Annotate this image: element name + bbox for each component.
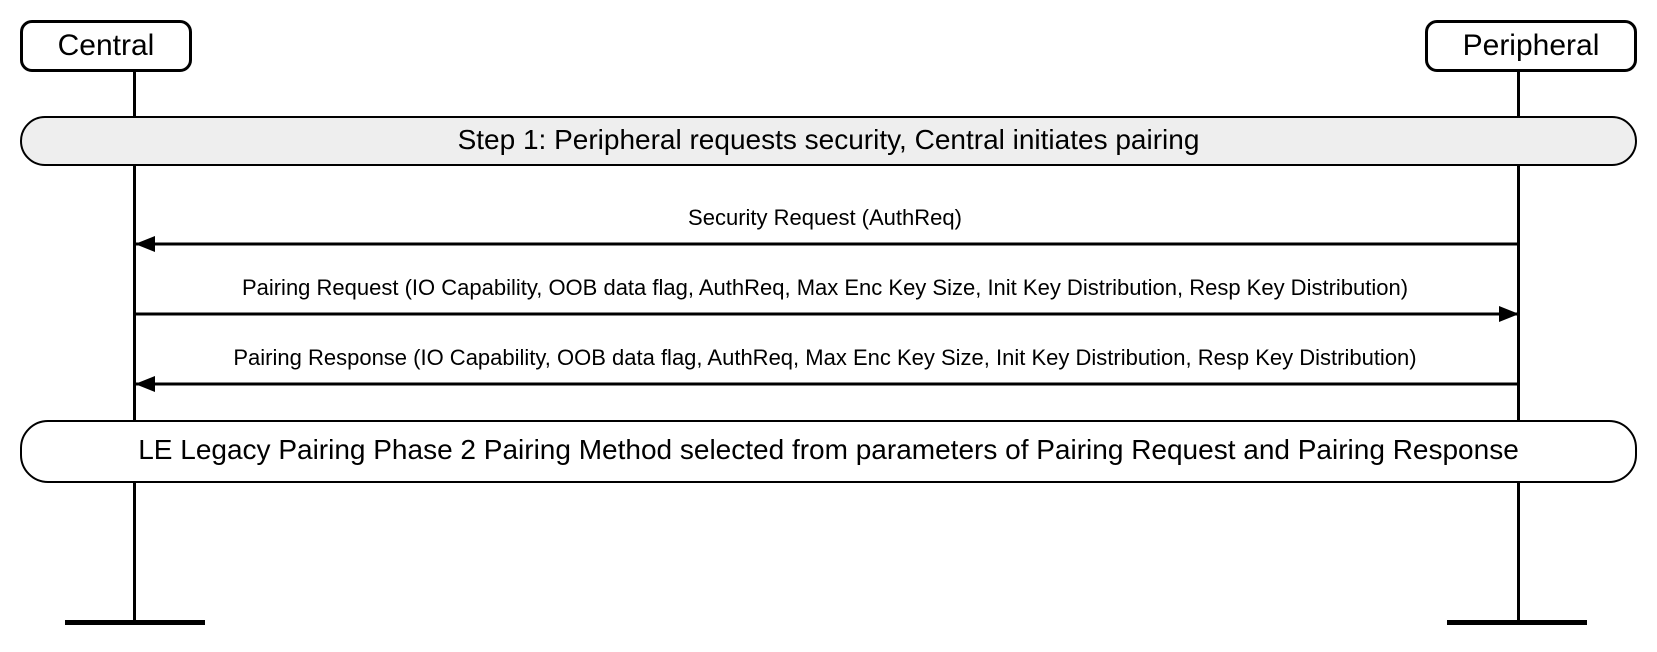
actor-central-label: Central bbox=[58, 29, 155, 62]
actor-peripheral: Peripheral bbox=[1425, 20, 1637, 72]
msg1-label: Security Request (AuthReq) bbox=[165, 205, 1485, 231]
note-label: LE Legacy Pairing Phase 2 Pairing Method… bbox=[138, 434, 1519, 465]
actor-central: Central bbox=[20, 20, 192, 72]
msg3-label: Pairing Response (IO Capability, OOB dat… bbox=[165, 345, 1485, 371]
note-box: LE Legacy Pairing Phase 2 Pairing Method… bbox=[20, 420, 1637, 483]
actor-peripheral-label: Peripheral bbox=[1463, 29, 1600, 62]
lifeline-end-central bbox=[65, 620, 205, 625]
lifeline-end-peripheral bbox=[1447, 620, 1587, 625]
msg2-arrow bbox=[135, 304, 1519, 324]
sequence-diagram: Central Peripheral Step 1: Peripheral re… bbox=[20, 20, 1637, 632]
step1-label: Step 1: Peripheral requests security, Ce… bbox=[458, 124, 1200, 155]
msg1-arrow bbox=[135, 234, 1519, 254]
step1-box: Step 1: Peripheral requests security, Ce… bbox=[20, 116, 1637, 166]
msg3-arrow bbox=[135, 374, 1519, 394]
msg2-label: Pairing Request (IO Capability, OOB data… bbox=[165, 275, 1485, 301]
